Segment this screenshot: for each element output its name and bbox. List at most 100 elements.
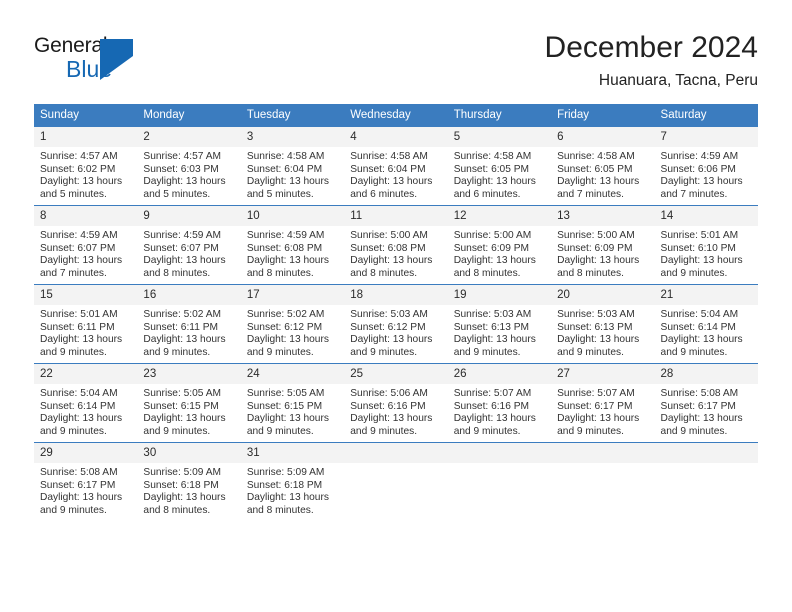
day-cell[interactable]: 14 Sunrise: 5:01 AM Sunset: 6:10 PM Dayl…	[654, 205, 758, 285]
page-subtitle: Huanuara, Tacna, Peru	[598, 72, 758, 89]
day-cell[interactable]: 19 Sunrise: 5:03 AM Sunset: 6:13 PM Dayl…	[447, 284, 552, 364]
daylight-line2: and 8 minutes.	[557, 267, 624, 279]
sunset-text: Sunset: 6:07 PM	[40, 242, 116, 254]
day-details: Sunrise: 5:07 AM Sunset: 6:16 PM Dayligh…	[448, 384, 551, 438]
daylight-line2: and 8 minutes.	[246, 504, 314, 516]
day-cell[interactable]: 27 Sunrise: 5:07 AM Sunset: 6:17 PM Dayl…	[551, 363, 655, 443]
day-cell[interactable]: 21 Sunrise: 5:04 AM Sunset: 6:14 PM Dayl…	[654, 284, 758, 364]
weekday-header-row: Sunday Monday Tuesday Wednesday Thursday…	[34, 104, 758, 127]
daylight-line2: and 9 minutes.	[453, 425, 521, 437]
sunset-text: Sunset: 6:14 PM	[660, 321, 736, 333]
day-details: Sunrise: 4:58 AM Sunset: 6:05 PM Dayligh…	[448, 147, 551, 201]
day-number: 5	[447, 127, 552, 147]
day-details: Sunrise: 5:06 AM Sunset: 6:16 PM Dayligh…	[344, 384, 447, 438]
sunrise-text: Sunrise: 5:04 AM	[660, 309, 739, 320]
day-cell[interactable]: 3 Sunrise: 4:58 AM Sunset: 6:04 PM Dayli…	[240, 127, 345, 206]
calendar-table: Sunday Monday Tuesday Wednesday Thursday…	[34, 104, 758, 521]
day-details: Sunrise: 4:58 AM Sunset: 6:04 PM Dayligh…	[344, 147, 447, 201]
day-cell[interactable]: 12 Sunrise: 5:00 AM Sunset: 6:09 PM Dayl…	[447, 205, 552, 285]
day-number: 10	[240, 206, 345, 226]
sunrise-text: Sunrise: 4:58 AM	[246, 151, 325, 162]
day-details: Sunrise: 5:01 AM Sunset: 6:10 PM Dayligh…	[655, 226, 758, 280]
daylight-line2: and 9 minutes.	[40, 346, 107, 358]
day-cell[interactable]: 16 Sunrise: 5:02 AM Sunset: 6:11 PM Dayl…	[137, 284, 241, 364]
sunrise-text: Sunrise: 5:05 AM	[143, 388, 222, 399]
daylight-line1: Daylight: 13 hours	[660, 255, 743, 267]
sunrise-text: Sunrise: 5:03 AM	[350, 309, 428, 320]
weekday-header-tuesday: Tuesday	[240, 104, 345, 127]
daylight-line2: and 9 minutes.	[246, 346, 314, 358]
day-cell[interactable]: 9 Sunrise: 4:59 AM Sunset: 6:07 PM Dayli…	[137, 205, 241, 285]
day-cell[interactable]: 11 Sunrise: 5:00 AM Sunset: 6:08 PM Dayl…	[344, 205, 448, 285]
daylight-line1: Daylight: 13 hours	[246, 255, 329, 267]
daylight-line1: Daylight: 13 hours	[246, 176, 329, 188]
sunset-text: Sunset: 6:08 PM	[246, 242, 323, 254]
day-cell[interactable]: 24 Sunrise: 5:05 AM Sunset: 6:15 PM Dayl…	[240, 363, 345, 443]
day-cell[interactable]: 18 Sunrise: 5:03 AM Sunset: 6:12 PM Dayl…	[344, 284, 448, 364]
daylight-line2: and 9 minutes.	[40, 504, 107, 516]
day-details: Sunrise: 4:57 AM Sunset: 6:02 PM Dayligh…	[34, 147, 137, 201]
day-cell[interactable]: 30 Sunrise: 5:09 AM Sunset: 6:18 PM Dayl…	[137, 442, 241, 521]
day-cell[interactable]: 17 Sunrise: 5:02 AM Sunset: 6:12 PM Dayl…	[240, 284, 345, 364]
day-cell[interactable]: 23 Sunrise: 5:05 AM Sunset: 6:15 PM Dayl…	[137, 363, 241, 443]
daylight-line2: and 5 minutes.	[246, 188, 314, 200]
day-number: 25	[344, 364, 448, 384]
day-cell[interactable]: 13 Sunrise: 5:00 AM Sunset: 6:09 PM Dayl…	[551, 205, 655, 285]
day-cell[interactable]: 5 Sunrise: 4:58 AM Sunset: 6:05 PM Dayli…	[447, 127, 552, 206]
sunset-text: Sunset: 6:06 PM	[660, 163, 736, 175]
day-cell[interactable]: 31 Sunrise: 5:09 AM Sunset: 6:18 PM Dayl…	[240, 442, 345, 521]
daylight-line1: Daylight: 13 hours	[557, 413, 640, 425]
day-number: 11	[344, 206, 448, 226]
day-cell[interactable]: 25 Sunrise: 5:06 AM Sunset: 6:16 PM Dayl…	[344, 363, 448, 443]
day-details: Sunrise: 5:03 AM Sunset: 6:13 PM Dayligh…	[551, 305, 654, 359]
sunset-text: Sunset: 6:02 PM	[40, 163, 116, 175]
sunrise-text: Sunrise: 5:08 AM	[40, 467, 118, 478]
day-details: Sunrise: 5:09 AM Sunset: 6:18 PM Dayligh…	[241, 463, 344, 517]
week-row: 29 Sunrise: 5:08 AM Sunset: 6:17 PM Dayl…	[34, 442, 758, 521]
page-header: General Blue December 2024 Huanuara, Tac…	[0, 0, 792, 100]
day-cell[interactable]: 28 Sunrise: 5:08 AM Sunset: 6:17 PM Dayl…	[654, 363, 758, 443]
day-cell[interactable]: 15 Sunrise: 5:01 AM Sunset: 6:11 PM Dayl…	[34, 284, 138, 364]
day-cell[interactable]: 20 Sunrise: 5:03 AM Sunset: 6:13 PM Dayl…	[551, 284, 655, 364]
daylight-line1: Daylight: 13 hours	[143, 255, 226, 267]
day-details: Sunrise: 4:58 AM Sunset: 6:04 PM Dayligh…	[241, 147, 344, 201]
day-cell[interactable]: 4 Sunrise: 4:58 AM Sunset: 6:04 PM Dayli…	[344, 127, 448, 206]
day-number: 29	[34, 443, 138, 463]
day-cell[interactable]: 1 Sunrise: 4:57 AM Sunset: 6:02 PM Dayli…	[34, 127, 138, 206]
day-details	[551, 463, 654, 467]
daylight-line1: Daylight: 13 hours	[143, 492, 226, 504]
day-cell[interactable]: 8 Sunrise: 4:59 AM Sunset: 6:07 PM Dayli…	[34, 205, 138, 285]
day-cell[interactable]: 10 Sunrise: 4:59 AM Sunset: 6:08 PM Dayl…	[240, 205, 345, 285]
day-details: Sunrise: 4:58 AM Sunset: 6:05 PM Dayligh…	[551, 147, 654, 201]
day-details: Sunrise: 5:01 AM Sunset: 6:11 PM Dayligh…	[34, 305, 137, 359]
sunrise-text: Sunrise: 5:01 AM	[660, 230, 739, 241]
day-details	[655, 463, 758, 467]
logo-text-blue: Blue	[66, 56, 113, 82]
daylight-line1: Daylight: 13 hours	[453, 255, 536, 267]
sunset-text: Sunset: 6:13 PM	[557, 321, 633, 333]
day-number: 19	[447, 285, 552, 305]
day-cell-empty	[344, 442, 448, 521]
daylight-line1: Daylight: 13 hours	[143, 413, 226, 425]
day-details: Sunrise: 5:02 AM Sunset: 6:11 PM Dayligh…	[137, 305, 240, 359]
day-cell[interactable]: 7 Sunrise: 4:59 AM Sunset: 6:06 PM Dayli…	[654, 127, 758, 206]
title-block: December 2024 Huanuara, Tacna, Peru	[545, 30, 758, 92]
day-cell[interactable]: 26 Sunrise: 5:07 AM Sunset: 6:16 PM Dayl…	[447, 363, 552, 443]
daylight-line2: and 9 minutes.	[350, 425, 418, 437]
day-number: 7	[654, 127, 758, 147]
day-cell[interactable]: 6 Sunrise: 4:58 AM Sunset: 6:05 PM Dayli…	[551, 127, 655, 206]
daylight-line1: Daylight: 13 hours	[350, 413, 433, 425]
day-cell[interactable]: 29 Sunrise: 5:08 AM Sunset: 6:17 PM Dayl…	[34, 442, 138, 521]
day-number: 20	[551, 285, 655, 305]
daylight-line2: and 9 minutes.	[143, 346, 211, 358]
day-number: 13	[551, 206, 655, 226]
sunrise-text: Sunrise: 5:01 AM	[40, 309, 118, 320]
sunrise-text: Sunrise: 5:09 AM	[143, 467, 222, 478]
day-cell[interactable]: 2 Sunrise: 4:57 AM Sunset: 6:03 PM Dayli…	[137, 127, 241, 206]
day-cell[interactable]: 22 Sunrise: 5:04 AM Sunset: 6:14 PM Dayl…	[34, 363, 138, 443]
daylight-line2: and 9 minutes.	[350, 346, 418, 358]
day-details: Sunrise: 5:08 AM Sunset: 6:17 PM Dayligh…	[34, 463, 137, 517]
sunset-text: Sunset: 6:11 PM	[40, 321, 115, 333]
sunset-text: Sunset: 6:13 PM	[453, 321, 530, 333]
daylight-line1: Daylight: 13 hours	[350, 334, 433, 346]
